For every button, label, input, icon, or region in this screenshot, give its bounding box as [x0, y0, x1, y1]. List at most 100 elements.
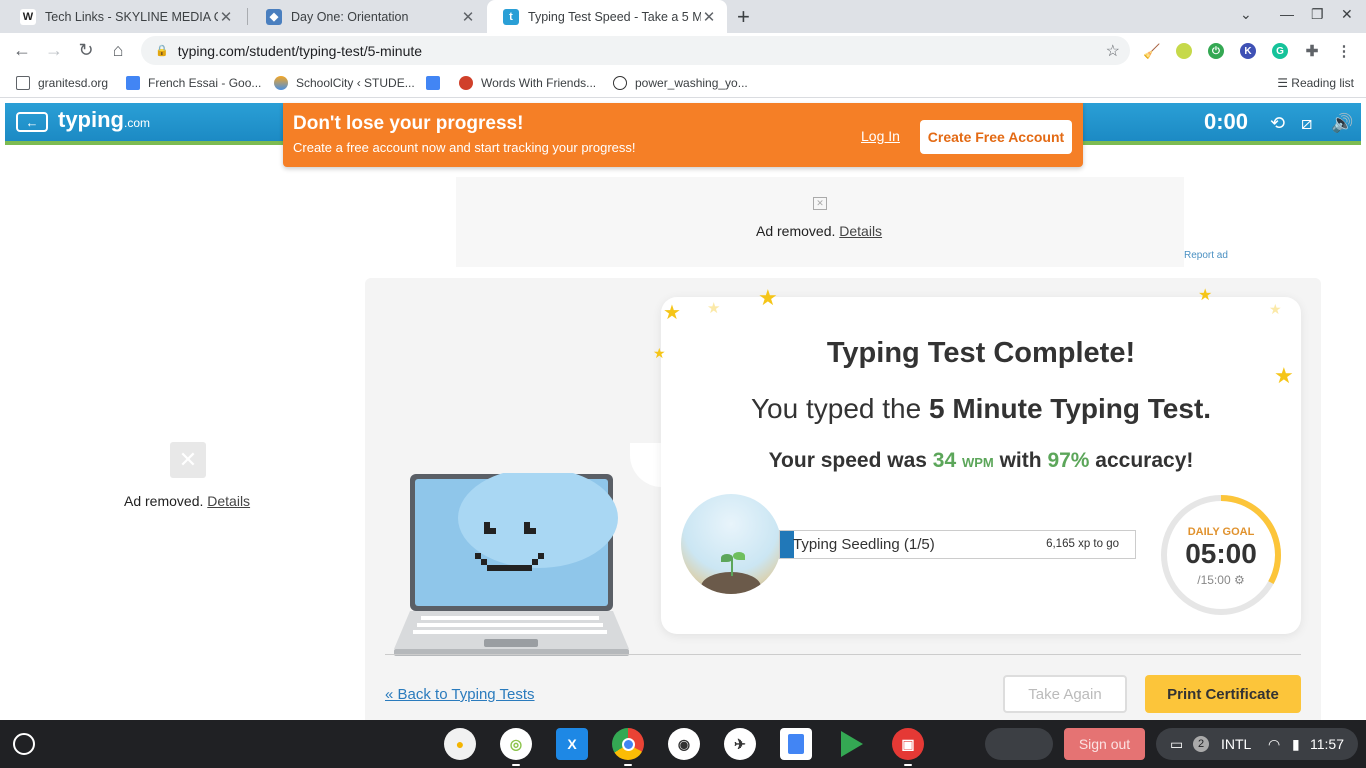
result-test-line: You typed the 5 Minute Typing Test.: [661, 393, 1301, 425]
ad-slot-left: [358, 177, 456, 267]
wix-favicon-icon: W: [20, 8, 36, 25]
minimize-icon[interactable]: —: [1280, 6, 1294, 22]
create-account-button[interactable]: Create Free Account: [920, 120, 1072, 154]
status-tray[interactable]: ▭ 2 INTL ◠ ▮ 11:57: [1156, 728, 1358, 760]
docs-app-icon[interactable]: [780, 728, 812, 760]
result-title: Typing Test Complete!: [826, 337, 1136, 369]
bookmark-docs[interactable]: [426, 76, 448, 90]
speed-prefix: Your speed was: [768, 449, 933, 472]
divider: [385, 654, 1301, 655]
k-extension-icon[interactable]: K: [1240, 43, 1256, 59]
gallery-app-icon[interactable]: ▣: [892, 728, 924, 760]
history-icon[interactable]: ⟲: [1270, 113, 1285, 134]
ad-removed-icon: ✕: [170, 442, 206, 478]
site-logo[interactable]: typing.com: [58, 107, 150, 133]
timer-app-icon[interactable]: ◎: [500, 728, 532, 760]
gear-icon[interactable]: ⚙: [1234, 573, 1245, 587]
launcher-icon[interactable]: [13, 733, 35, 755]
play-store-icon[interactable]: [836, 728, 868, 760]
webcam-app-icon[interactable]: ◉: [668, 728, 700, 760]
bookmark-power-washing[interactable]: power_washing_yo...: [613, 76, 748, 90]
result-speed-line: Your speed was 34 WPM with 97% accuracy!: [661, 449, 1301, 473]
close-window-icon[interactable]: ✕: [1341, 6, 1353, 23]
leaf-icon: [721, 554, 733, 562]
bookmark-schoolcity[interactable]: SchoolCity ‹ STUDE...: [274, 76, 415, 90]
bookmark-granitesd[interactable]: granitesd.org: [16, 76, 108, 90]
home-icon[interactable]: ⌂: [107, 40, 129, 61]
docs-icon: [426, 76, 440, 90]
wwf-icon: [459, 76, 473, 90]
speed-unit: WPM: [961, 455, 994, 470]
photos-app-icon[interactable]: ●: [444, 728, 476, 760]
forward-arrow-icon[interactable]: →: [43, 40, 65, 61]
site-back-button[interactable]: ←: [16, 112, 48, 132]
bookmark-label: Words With Friends...: [481, 76, 597, 90]
close-tab-icon[interactable]: ✕: [460, 8, 476, 26]
timer-extension-icon[interactable]: [1176, 43, 1192, 59]
tab-title: Typing Test Speed - Take a 5 Min: [528, 9, 701, 24]
tab-day-one[interactable]: ◆ Day One: Orientation ✕: [250, 0, 486, 33]
ime-indicator: INTL: [1221, 736, 1252, 752]
ad-details-link[interactable]: Details: [839, 223, 882, 239]
tab-strip: W Tech Links - SKYLINE MEDIA CEN ✕ ◆ Day…: [0, 0, 1366, 33]
bookmark-star-icon[interactable]: ☆: [1106, 41, 1120, 61]
login-link[interactable]: Log In: [861, 128, 900, 144]
screen-capture-icon: ▭: [1170, 736, 1184, 752]
timer: 0:00: [1204, 109, 1249, 134]
x-app-icon[interactable]: X: [556, 728, 588, 760]
take-again-button[interactable]: Take Again: [1003, 675, 1127, 713]
back-arrow-icon[interactable]: ←: [11, 40, 33, 61]
reading-list-icon: ☰: [1277, 76, 1292, 90]
xp-to-go: 6,165 xp to go: [1046, 538, 1119, 550]
bookmark-label: power_washing_yo...: [635, 76, 748, 90]
test-prefix: You typed the: [750, 393, 929, 424]
reload-icon[interactable]: ↻: [75, 40, 97, 61]
tab-search-icon[interactable]: ⌄: [1240, 6, 1252, 23]
bookmark-words-with-friends[interactable]: Words With Friends...: [459, 76, 596, 90]
browser-toolbar: ← → ↻ ⌂ 🔒 typing.com/student/typing-test…: [0, 33, 1366, 69]
star-icon: ★: [663, 302, 681, 324]
ad-removed-icon: ✕: [813, 197, 827, 210]
report-ad-link[interactable]: Report ad: [1184, 250, 1228, 261]
folder-icon: [16, 76, 30, 90]
volume-icon[interactable]: 🔊: [1331, 113, 1353, 134]
sign-out-button[interactable]: Sign out: [1064, 728, 1145, 760]
wifi-icon: ◠: [1268, 736, 1281, 752]
ad-details-link[interactable]: Details: [207, 493, 250, 509]
reading-list-label: Reading list: [1291, 76, 1354, 90]
tab-tech-links[interactable]: W Tech Links - SKYLINE MEDIA CEN ✕: [4, 0, 244, 33]
close-tab-icon[interactable]: ✕: [218, 8, 234, 26]
grammarly-extension-icon[interactable]: G: [1272, 43, 1288, 59]
level-label: Typing Seedling (1/5): [793, 536, 935, 553]
tab-typing-test[interactable]: t Typing Test Speed - Take a 5 Min ✕: [487, 0, 727, 33]
menu-kebab-icon[interactable]: ⋮: [1336, 43, 1352, 60]
logo-text: typing: [58, 107, 124, 132]
results-panel: ★ ★ ★ ★ ★ ★ ★ Typing Test Complete! You …: [365, 278, 1321, 720]
extensions-puzzle-icon[interactable]: ✚: [1304, 43, 1320, 60]
typing-favicon-icon: t: [503, 8, 519, 25]
bookmark-french-essai[interactable]: French Essai - Goo...: [126, 76, 261, 90]
battery-icon: ▮: [1292, 736, 1300, 752]
close-tab-icon[interactable]: ✕: [701, 8, 717, 26]
crane-app-icon[interactable]: ✈: [724, 728, 756, 760]
app-running-indicator: [624, 764, 632, 766]
xp-progress-bar: Typing Seedling (1/5) 6,165 xp to go: [779, 530, 1136, 559]
goal-time: 05:00: [1185, 538, 1257, 569]
print-certificate-button[interactable]: Print Certificate: [1145, 675, 1301, 713]
back-to-tests-link[interactable]: « Back to Typing Tests: [385, 686, 535, 703]
broom-extension-icon[interactable]: 🧹: [1143, 43, 1160, 59]
daily-goal-ring[interactable]: DAILY GOAL 05:00 /15:00 ⚙: [1159, 493, 1283, 617]
holding-space[interactable]: [985, 728, 1053, 760]
reading-list[interactable]: ☰ Reading list: [1277, 76, 1354, 90]
speed-mid: with: [993, 449, 1048, 472]
ad-top: ✕ Ad removed. Details Report ad: [358, 177, 1328, 267]
power-extension-icon[interactable]: ⏻: [1208, 43, 1224, 59]
graph-off-icon[interactable]: ⧄: [1301, 113, 1312, 134]
goal-label: DAILY GOAL: [1187, 526, 1255, 538]
address-bar[interactable]: 🔒 typing.com/student/typing-test/5-minut…: [141, 36, 1130, 65]
new-tab-button[interactable]: +: [737, 4, 750, 30]
chrome-icon[interactable]: [612, 728, 644, 760]
maximize-icon[interactable]: ❐: [1311, 6, 1324, 23]
star-icon: ★: [758, 285, 778, 310]
site-favicon-icon: ◆: [266, 8, 282, 25]
